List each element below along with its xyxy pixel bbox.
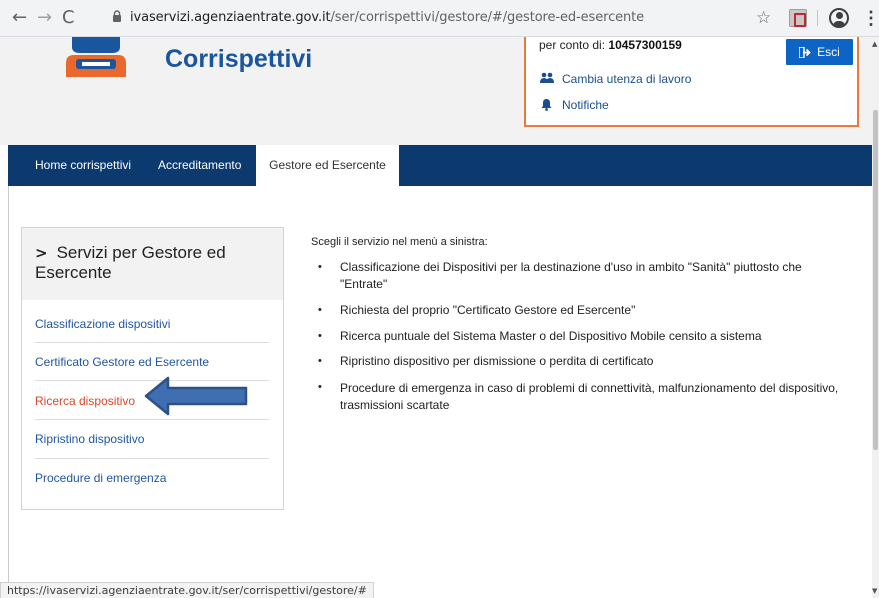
address-bar[interactable]: ivaservizi.agenziaentrate.gov.it/ser/cor…	[130, 10, 644, 25]
bullet-dot: •	[318, 261, 322, 273]
bell-icon	[541, 99, 552, 111]
profile-icon[interactable]	[829, 8, 849, 28]
pointer-arrow-icon	[144, 376, 248, 416]
sidebar-item-ricerca[interactable]: Ricerca dispositivo	[35, 394, 135, 408]
users-icon	[540, 72, 554, 83]
bullet-dot: •	[318, 304, 322, 316]
content-border	[8, 186, 9, 584]
url-path: /ser/corrispettivi/gestore/#/gestore-ed-…	[330, 10, 645, 25]
lock-icon	[113, 10, 121, 22]
conto-value: 10457300159	[608, 38, 682, 52]
toolbar-divider	[817, 10, 818, 26]
url-host: ivaservizi.agenziaentrate.gov.it	[130, 10, 331, 25]
nav-gestore-ed-esercente[interactable]: Gestore ed Esercente	[256, 145, 399, 186]
sidebar-title: > Servizi per Gestore ed Esercente	[35, 243, 226, 282]
service-description: Richiesta del proprio "Certificato Gesto…	[340, 303, 636, 317]
corrispettivi-logo	[66, 37, 126, 77]
service-description: Ripristino dispositivo per dismissione o…	[340, 354, 654, 368]
scrollbar-thumb[interactable]	[873, 110, 878, 450]
bullet-dot: •	[318, 381, 322, 393]
service-description: Procedure di emergenza in caso di proble…	[340, 381, 839, 412]
sidebar-divider	[35, 419, 269, 420]
service-description: Classificazione dei Dispositivi per la d…	[340, 260, 802, 291]
cambia-utenza-link[interactable]: Cambia utenza di lavoro	[562, 72, 691, 86]
logout-icon	[799, 46, 811, 58]
more-menu-icon[interactable]: ⋮	[862, 8, 879, 29]
esci-button[interactable]: Esci	[786, 39, 853, 65]
sidebar-item-ripristino[interactable]: Ripristino dispositivo	[35, 432, 144, 446]
sidebar-item-procedure[interactable]: Procedure di emergenza	[35, 471, 166, 485]
scroll-up-icon[interactable]: ▲	[872, 40, 877, 48]
chevron-right-icon: >	[35, 244, 48, 262]
pdf-extension-icon[interactable]	[789, 9, 807, 27]
sidebar-item-certificato[interactable]: Certificato Gestore ed Esercente	[35, 355, 209, 369]
back-icon[interactable]: ←	[12, 8, 27, 28]
notifiche-link[interactable]: Notifiche	[562, 98, 609, 112]
nav-home-corrispettivi[interactable]: Home corrispettivi	[35, 145, 131, 186]
reload-icon[interactable]: C	[62, 8, 75, 28]
sidebar-item-classificazione[interactable]: Classificazione dispositivi	[35, 317, 170, 331]
bullet-dot: •	[318, 355, 322, 367]
forward-icon[interactable]: →	[37, 8, 52, 28]
intro-text: Scegli il servizio nel menù a sinistra:	[311, 236, 488, 248]
sidebar-divider	[35, 458, 269, 459]
page-title: Corrispettivi	[165, 45, 313, 73]
service-description: Ricerca puntuale del Sistema Master o de…	[340, 329, 762, 343]
nav-accreditamento[interactable]: Accreditamento	[158, 145, 241, 186]
star-icon[interactable]: ☆	[756, 8, 771, 28]
bullet-dot: •	[318, 330, 322, 342]
per-conto-di: per conto di: 10457300159	[539, 38, 682, 52]
scroll-down-icon[interactable]: ▼	[872, 587, 877, 595]
sidebar-divider	[35, 342, 269, 343]
status-bar-url: https://ivaservizi.agenziaentrate.gov.it…	[0, 582, 374, 598]
main-nav	[8, 145, 872, 186]
